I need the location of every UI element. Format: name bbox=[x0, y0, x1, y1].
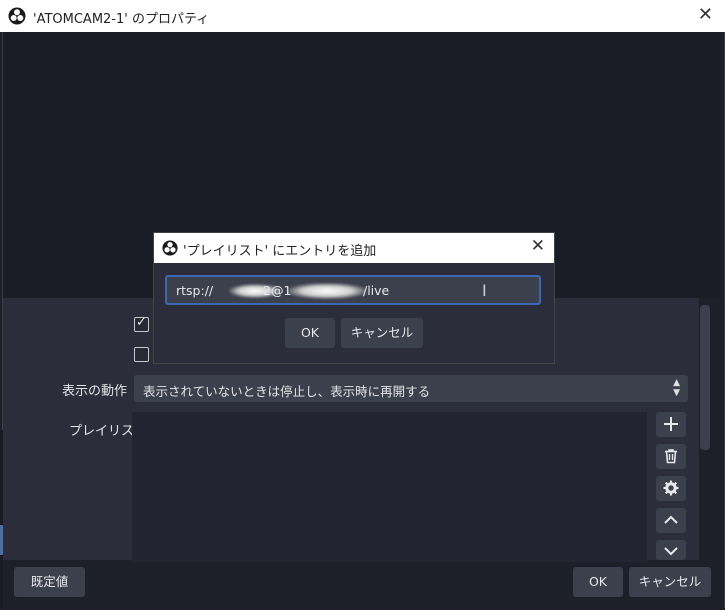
move-up-button[interactable] bbox=[656, 508, 686, 533]
redacted-host bbox=[287, 283, 367, 299]
chevron-down-icon bbox=[664, 547, 678, 556]
close-icon[interactable]: ✕ bbox=[698, 4, 713, 25]
chevron-up-icon bbox=[664, 515, 678, 524]
dialog-cancel-button[interactable]: キャンセル bbox=[341, 318, 423, 348]
url-prefix: rtsp:// bbox=[176, 283, 214, 298]
gear-icon bbox=[663, 480, 679, 496]
checkbox-2[interactable] bbox=[134, 347, 149, 362]
add-entry-button[interactable] bbox=[656, 412, 686, 437]
visibility-behavior-label: 表示の動作 bbox=[62, 384, 128, 399]
url-suffix: /live bbox=[363, 283, 390, 298]
cancel-button[interactable]: キャンセル bbox=[629, 567, 711, 597]
trash-icon bbox=[665, 449, 677, 464]
defaults-button[interactable]: 既定値 bbox=[14, 567, 85, 597]
add-entry-dialog: 'プレイリスト' にエントリを追加 ✕ rtsp:// 2@1 /live I … bbox=[153, 232, 555, 364]
window-title: 'ATOMCAM2-1' のプロパティ bbox=[33, 12, 210, 27]
visibility-behavior-value: 表示されていないときは停止し、表示時に再開する bbox=[143, 384, 431, 399]
entry-properties-button[interactable] bbox=[656, 476, 686, 501]
obs-logo-icon bbox=[162, 240, 178, 256]
visibility-behavior-select[interactable]: 表示されていないときは停止し、表示時に再開する ▲ ▼ bbox=[134, 375, 688, 402]
dialog-titlebar: 'プレイリスト' にエントリを追加 ✕ bbox=[154, 233, 554, 263]
remove-entry-button[interactable] bbox=[656, 444, 686, 469]
checkbox-1[interactable]: ✓ bbox=[134, 315, 149, 332]
plus-icon bbox=[664, 417, 678, 431]
dialog-close-icon[interactable]: ✕ bbox=[531, 236, 545, 256]
window-titlebar: 'ATOMCAM2-1' のプロパティ ✕ bbox=[0, 0, 725, 32]
ok-button[interactable]: OK bbox=[573, 567, 623, 597]
dialog-ok-button[interactable]: OK bbox=[285, 318, 335, 348]
url-input[interactable]: rtsp:// 2@1 /live I bbox=[165, 275, 541, 305]
updown-arrows-icon: ▲ ▼ bbox=[673, 378, 680, 398]
properties-scrollbar[interactable] bbox=[700, 305, 710, 450]
checkmark-icon: ✓ bbox=[136, 315, 147, 330]
text-cursor-icon: I bbox=[482, 281, 487, 300]
playlist-list[interactable] bbox=[132, 412, 647, 562]
window-edge bbox=[0, 430, 3, 608]
dialog-title: 'プレイリスト' にエントリを追加 bbox=[183, 244, 377, 259]
obs-logo-icon bbox=[8, 7, 26, 25]
move-down-button[interactable] bbox=[656, 540, 686, 560]
